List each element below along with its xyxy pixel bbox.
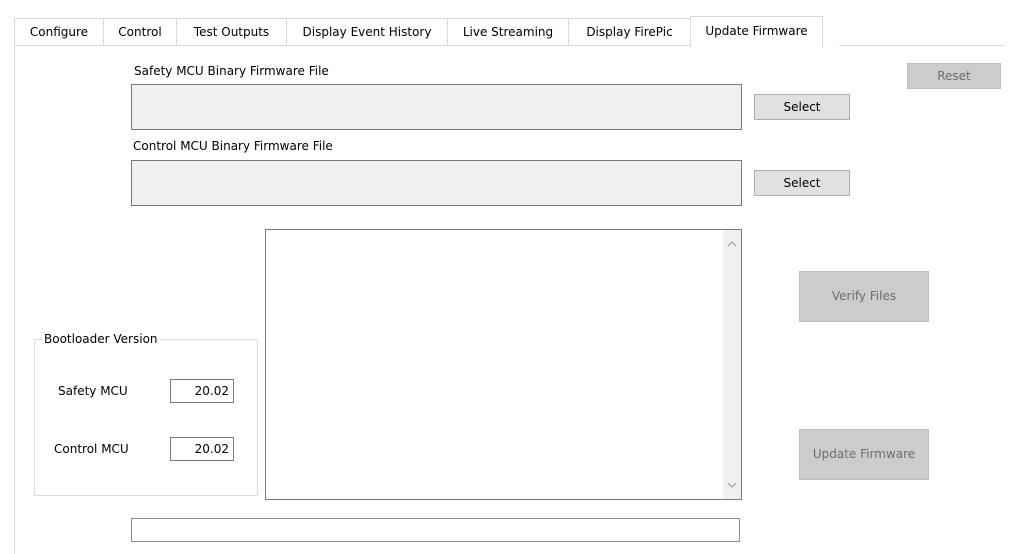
control-select-button[interactable]: Select bbox=[754, 170, 850, 196]
tab-strip: Configure Control Test Outputs Display E… bbox=[14, 16, 1004, 47]
tab-display-firepic[interactable]: Display FirePic bbox=[568, 18, 691, 45]
reset-button[interactable]: Reset bbox=[907, 63, 1001, 89]
firmware-progress-bar bbox=[131, 518, 740, 542]
tab-live-streaming[interactable]: Live Streaming bbox=[447, 18, 569, 45]
chevron-up-icon[interactable] bbox=[726, 238, 738, 250]
safety-mcu-version: 20.02 bbox=[170, 379, 234, 403]
control-file-field[interactable] bbox=[131, 160, 742, 206]
safety-select-button[interactable]: Select bbox=[754, 94, 850, 120]
safety-file-field[interactable] bbox=[131, 84, 742, 130]
bootloader-version-group bbox=[34, 339, 258, 496]
control-file-label: Control MCU Binary Firmware File bbox=[133, 139, 333, 153]
control-mcu-label: Control MCU bbox=[54, 442, 129, 456]
control-mcu-version: 20.02 bbox=[170, 437, 234, 461]
log-text bbox=[266, 230, 741, 236]
chevron-down-icon[interactable] bbox=[726, 479, 738, 491]
log-scrollbar[interactable] bbox=[723, 230, 741, 499]
bootloader-version-title: Bootloader Version bbox=[42, 332, 160, 346]
tab-update-firmware[interactable]: Update Firmware bbox=[690, 16, 823, 47]
tab-baseline bbox=[14, 45, 694, 46]
safety-mcu-label: Safety MCU bbox=[58, 384, 128, 398]
panel-border bbox=[14, 46, 15, 554]
update-firmware-button[interactable]: Update Firmware bbox=[799, 429, 929, 480]
tab-display-event-history[interactable]: Display Event History bbox=[286, 18, 448, 45]
tab-test-outputs[interactable]: Test Outputs bbox=[176, 18, 287, 45]
verify-files-button[interactable]: Verify Files bbox=[799, 271, 929, 322]
log-textarea[interactable] bbox=[265, 229, 742, 500]
tab-control[interactable]: Control bbox=[103, 18, 177, 45]
tab-baseline-right bbox=[839, 45, 1004, 46]
tab-configure[interactable]: Configure bbox=[14, 18, 104, 45]
safety-file-label: Safety MCU Binary Firmware File bbox=[134, 64, 329, 78]
